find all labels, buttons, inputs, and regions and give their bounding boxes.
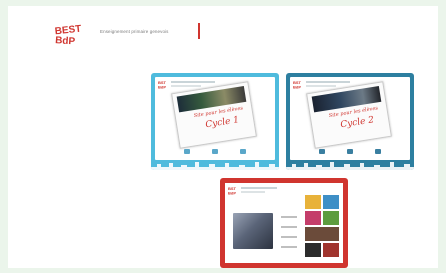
preview-menu-line	[281, 216, 297, 218]
teacher-site-preview: BST BdP	[225, 183, 343, 263]
mini-header-bar	[241, 191, 265, 193]
mini-icon	[319, 149, 325, 154]
mini-icon	[212, 149, 218, 154]
collage-tile	[305, 243, 321, 257]
collage-tile	[305, 227, 339, 241]
mini-header-bar	[171, 85, 201, 87]
paper-title: Cycle 2	[339, 115, 375, 131]
svg-text:BdP: BdP	[228, 191, 236, 196]
cycle-1-preview: BST BdP Site pour les élèves Cycle 1	[155, 77, 275, 160]
preview-menu-line	[281, 236, 297, 238]
collage-tile	[323, 243, 339, 257]
teacher-site-card[interactable]: BST BdP	[220, 178, 348, 268]
site-logo[interactable]: BEST BdP	[54, 23, 82, 47]
paper-sheet: Site pour les élèves Cycle 1	[171, 81, 257, 149]
mini-header-bar	[171, 81, 215, 83]
page: BEST BdP Enseignement primaire genevois …	[8, 6, 438, 268]
preview-collage	[305, 195, 339, 257]
svg-text:BdP: BdP	[158, 85, 166, 90]
mini-icon	[347, 149, 353, 154]
mini-header-bar	[306, 81, 350, 83]
svg-text:BdP: BdP	[55, 35, 76, 47]
collage-tile	[305, 195, 321, 209]
header-divider	[198, 23, 200, 39]
svg-text:BdP: BdP	[293, 85, 301, 90]
cycle-2-preview: BST BdP Site pour les élèves Cycle 2	[290, 77, 410, 160]
cycle-1-card[interactable]: BST BdP Site pour les élèves Cycle 1	[151, 73, 279, 170]
site-title: Enseignement primaire genevois	[100, 29, 169, 34]
paper-title: Cycle 1	[204, 115, 240, 131]
collage-tile	[323, 195, 339, 209]
mini-header-bar	[306, 85, 336, 87]
preview-menu-line	[281, 246, 297, 248]
mini-icon	[240, 149, 246, 154]
mini-logo: BSTBdP	[293, 80, 303, 89]
cycle-2-card[interactable]: BST BdP Site pour les élèves Cycle 2	[286, 73, 414, 170]
mini-header-bar	[241, 187, 277, 189]
skyline-decoration	[151, 162, 279, 170]
mini-logo: BSTBdP	[158, 80, 168, 89]
mini-icon-row	[290, 149, 410, 154]
mini-icon-row	[155, 149, 275, 154]
mini-icon	[375, 149, 381, 154]
collage-tile	[323, 211, 339, 225]
collage-tile	[305, 211, 321, 225]
skyline-decoration	[286, 162, 414, 170]
mini-logo: BSTBdP	[228, 186, 238, 195]
paper-sheet: Site pour les élèves Cycle 2	[306, 81, 392, 149]
preview-photo-hand	[233, 213, 273, 249]
mini-icon	[184, 149, 190, 154]
preview-menu-line	[281, 226, 297, 228]
